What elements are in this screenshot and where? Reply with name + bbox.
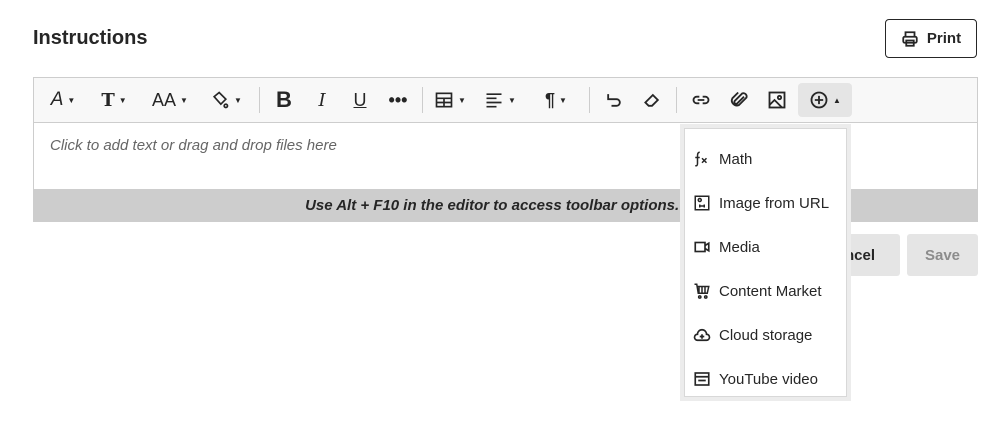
insert-content-icon [810,91,828,109]
underline-button[interactable]: U [341,83,379,117]
cart-icon [694,283,710,299]
undo-icon [607,94,621,107]
italic-button[interactable]: I [303,83,341,117]
font-size-button[interactable]: AA ▼ [142,83,198,117]
printer-icon [902,30,918,47]
youtube-icon [694,372,710,386]
media-icon [694,241,710,253]
cloud-storage-icon [693,328,711,342]
paragraph-button[interactable]: ¶ ▼ [528,83,584,117]
bold-button[interactable]: B [265,83,303,117]
font-size-icon: AA [152,89,177,110]
text-style-icon: A [50,89,64,110]
save-button[interactable]: Save [907,234,978,276]
align-icon [486,93,502,108]
divider [589,87,590,113]
link-icon [692,95,710,105]
undo-button[interactable] [595,83,633,117]
table-button[interactable]: ▼ [428,83,472,117]
image-url-icon [694,195,710,211]
more-button[interactable]: ••• [379,83,417,117]
menu-item-cloud-storage[interactable]: Cloud storage [684,313,847,357]
attach-button[interactable] [720,83,758,117]
image-button[interactable] [758,83,796,117]
menu-item-image-from-url[interactable]: Image from URL [684,181,847,225]
eraser-icon [644,93,660,107]
attach-icon [730,91,748,107]
table-icon [435,92,453,108]
menu-item-math[interactable]: Math [684,137,847,181]
print-button[interactable]: Print [885,19,977,58]
math-icon [695,151,708,167]
paragraph-icon: ¶ [545,89,556,110]
link-button[interactable] [682,83,720,117]
text-style-button[interactable]: A ▼ [40,83,86,117]
menu-item-media[interactable]: Media [684,225,847,269]
page-title: Instructions [33,27,148,49]
menu-item-content-market[interactable]: Content Market [684,269,847,313]
insert-content-menu: Math Image from URL Media Content Market… [680,124,851,401]
divider [422,87,423,113]
italic-icon: I [318,89,326,111]
highlight-color-icon [213,91,229,109]
image-icon [768,91,786,109]
underline-icon: U [353,89,367,110]
insert-content-button[interactable]: ▲ [798,83,852,117]
editor-toolbar: A ▼ T ▼ AA ▼ ▼ B I U ••• ▼ ▼ ¶ ▼ ▲ [34,78,977,123]
font-family-button[interactable]: T ▼ [86,83,142,117]
bold-icon: B [276,87,292,112]
divider [259,87,260,113]
more-icon: ••• [388,89,408,110]
menu-item-youtube-video[interactable]: YouTube video [684,357,847,401]
align-button[interactable]: ▼ [472,83,528,117]
divider [676,87,677,113]
font-family-icon: T [101,89,115,111]
clear-format-button[interactable] [633,83,671,117]
highlight-button[interactable]: ▼ [198,83,254,117]
